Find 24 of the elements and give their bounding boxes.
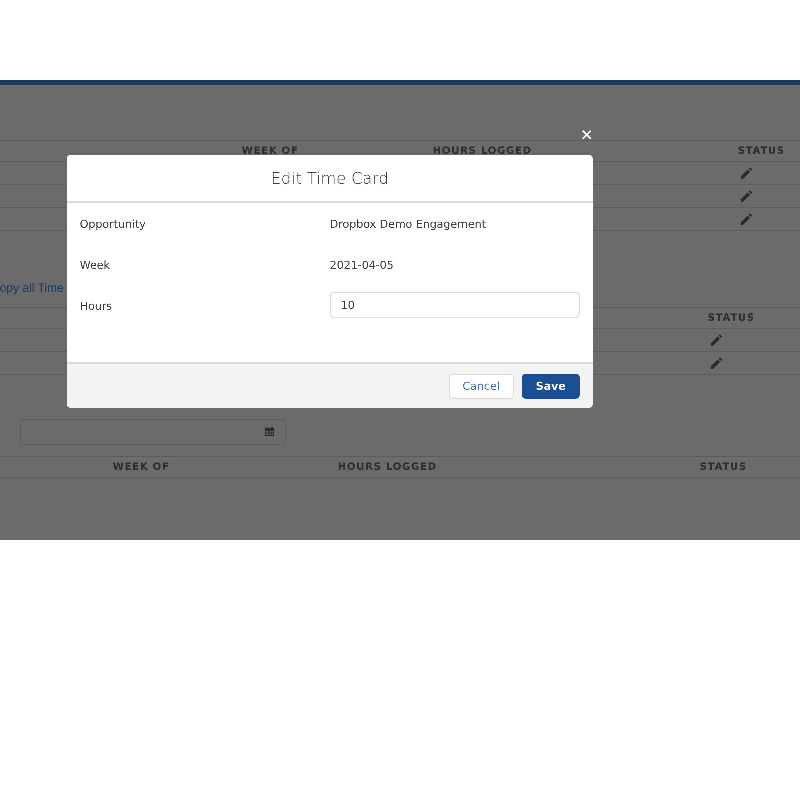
field-label: Week bbox=[80, 258, 112, 272]
column-header: WEEK OF bbox=[242, 146, 300, 156]
field-label: Opportunity bbox=[80, 217, 148, 231]
field-label: Hours bbox=[80, 299, 114, 313]
save-button[interactable]: Save bbox=[522, 374, 580, 398]
calendar-icon bbox=[265, 427, 275, 437]
column-header: HOURS LOGGED bbox=[433, 146, 534, 156]
modal-title: Edit Time Card bbox=[271, 168, 389, 188]
pencil-icon[interactable] bbox=[740, 190, 753, 202]
column-header: HOURS LOGGED bbox=[338, 462, 438, 472]
field-value: Dropbox Demo Engagement bbox=[330, 217, 488, 231]
pencil-icon[interactable] bbox=[710, 334, 723, 346]
hours-input[interactable]: 10 bbox=[330, 292, 580, 318]
pencil-icon[interactable] bbox=[740, 212, 753, 226]
column-header: STATUS bbox=[738, 146, 786, 156]
cancel-button[interactable]: Cancel bbox=[448, 374, 514, 398]
pencil-icon[interactable] bbox=[710, 356, 723, 370]
pencil-icon[interactable] bbox=[740, 166, 753, 180]
date-field[interactable] bbox=[20, 419, 286, 445]
close-icon[interactable] bbox=[582, 130, 592, 140]
column-header: WEEK OF bbox=[113, 462, 171, 472]
column-header: STATUS bbox=[708, 312, 756, 324]
field-value: 2021-04-05 bbox=[330, 258, 395, 272]
column-header: STATUS bbox=[700, 462, 748, 472]
